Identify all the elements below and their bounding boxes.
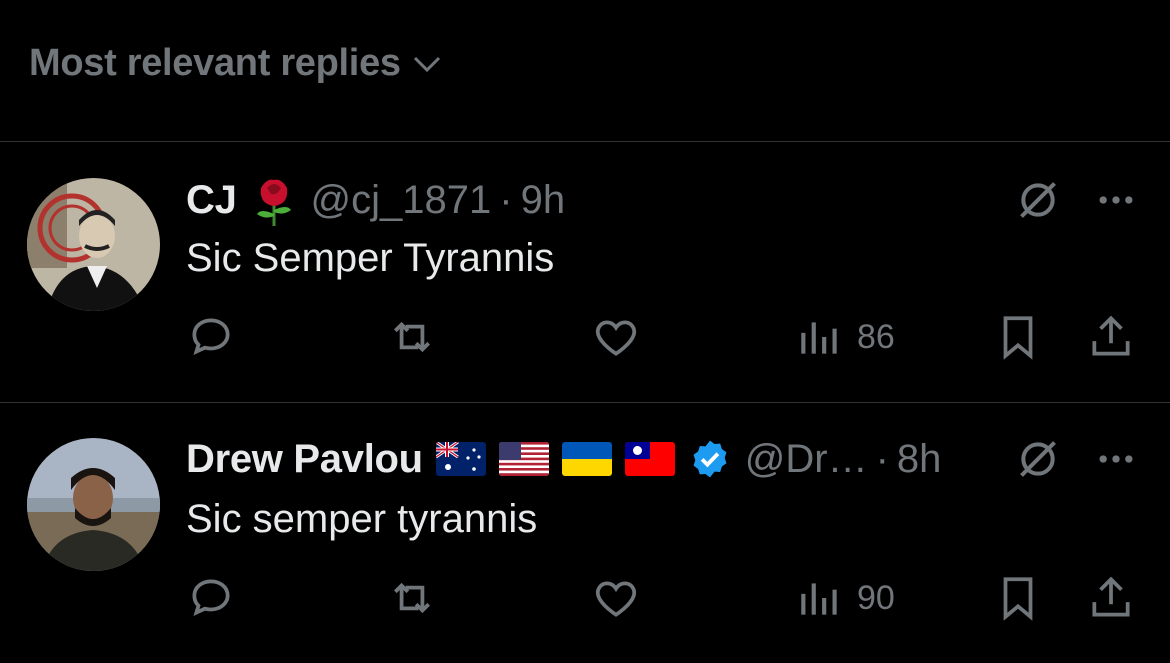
reply-item[interactable]: CJ @cj_1871 · 9h Sic Semper Tyrannis 86 [0, 142, 1170, 402]
taiwan-flag-icon [624, 442, 675, 476]
views-chart-icon [801, 583, 837, 615]
avatar[interactable] [27, 178, 160, 311]
reply-text: Sic semper tyrannis [186, 497, 538, 541]
repost-icon [394, 582, 430, 614]
australia-flag-icon [435, 442, 486, 476]
avatar[interactable] [27, 438, 160, 571]
separator: · [875, 436, 889, 481]
like-button[interactable] [591, 312, 641, 362]
like-button[interactable] [591, 573, 641, 623]
bookmark-button[interactable] [993, 573, 1043, 623]
usa-flag-icon [498, 442, 549, 476]
share-icon [1092, 576, 1130, 617]
bookmark-button[interactable] [993, 312, 1043, 362]
reply-button[interactable] [186, 312, 236, 362]
timestamp[interactable]: 8h [897, 437, 942, 482]
reply-item[interactable]: Drew Pavlou @Dr… · 8h Sic semper tyranni… [0, 403, 1170, 663]
handle[interactable]: @Dr… [745, 437, 868, 482]
views-count: 86 [857, 317, 895, 356]
repost-button[interactable] [387, 312, 437, 362]
reply-header: CJ @cj_1871 · 9h [186, 174, 566, 226]
heart-icon [595, 581, 637, 617]
views-button[interactable]: 86 [795, 312, 895, 362]
more-options-icon[interactable] [1094, 437, 1138, 481]
bookmark-icon [1003, 577, 1033, 621]
chevron-down-icon [413, 56, 440, 72]
grok-icon[interactable] [1016, 178, 1060, 222]
reply-icon [192, 579, 230, 617]
display-name[interactable]: Drew Pavlou [186, 437, 423, 482]
reply-button[interactable] [186, 573, 236, 623]
ukraine-flag-icon [561, 442, 612, 476]
share-button[interactable] [1086, 312, 1136, 362]
reply-text: Sic Semper Tyrannis [186, 236, 555, 280]
grok-icon[interactable] [1016, 437, 1060, 481]
verified-badge-icon [689, 438, 731, 480]
reply-header: Drew Pavlou @Dr… · 8h [186, 434, 941, 484]
rose-emoji-icon [251, 174, 297, 226]
views-count: 90 [857, 578, 895, 617]
share-button[interactable] [1086, 573, 1136, 623]
sort-label: Most relevant replies [29, 42, 401, 84]
timestamp[interactable]: 9h [521, 178, 566, 223]
views-button[interactable]: 90 [795, 573, 895, 623]
share-icon [1092, 315, 1130, 356]
repost-icon [394, 321, 430, 353]
sort-replies-dropdown[interactable]: Most relevant replies [29, 42, 445, 85]
views-chart-icon [801, 322, 837, 354]
more-options-icon[interactable] [1094, 178, 1138, 222]
avatar-image [27, 178, 160, 311]
heart-icon [595, 320, 637, 356]
repost-button[interactable] [387, 573, 437, 623]
handle[interactable]: @cj_1871 [311, 178, 492, 223]
bookmark-icon [1003, 316, 1033, 360]
separator: · [499, 177, 513, 222]
display-name[interactable]: CJ [186, 178, 237, 223]
reply-icon [192, 318, 230, 356]
avatar-image [27, 438, 160, 571]
